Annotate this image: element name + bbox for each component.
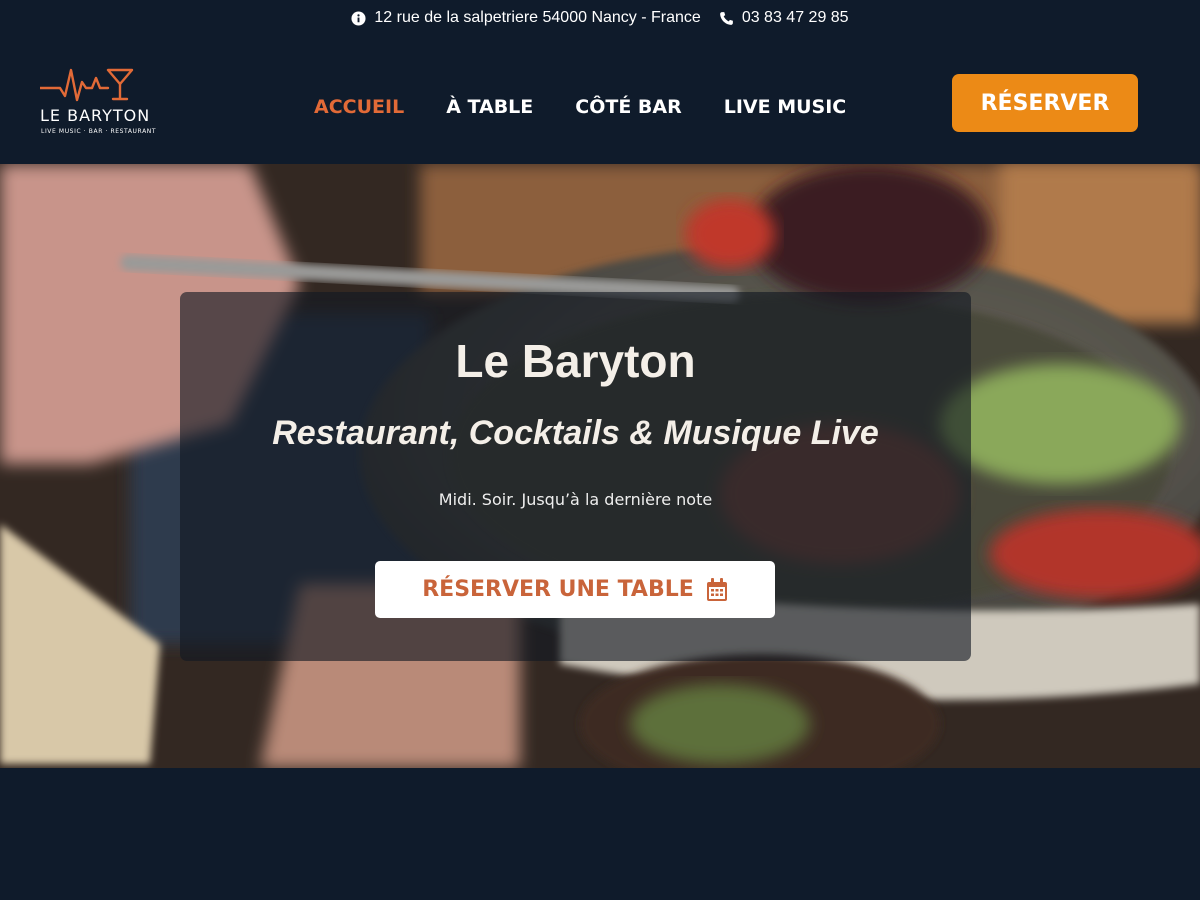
hero-section: Le Baryton Restaurant, Cocktails & Musiq… (0, 164, 1200, 768)
nav-item-a-table[interactable]: À TABLE (446, 96, 533, 118)
address-text: 12 rue de la salpetriere 54000 Nancy - F… (374, 9, 701, 26)
nav-item-live-music[interactable]: LIVE MUSIC (724, 96, 847, 118)
info-icon (351, 10, 366, 26)
nav-item-accueil[interactable]: ACCUEIL (314, 96, 404, 118)
phone-info[interactable]: 03 83 47 29 85 (719, 9, 849, 27)
nav-item-cote-bar[interactable]: CÔTÉ BAR (575, 96, 681, 118)
phone-text[interactable]: 03 83 47 29 85 (742, 9, 849, 27)
logo-name: LE BARYTON (40, 106, 151, 125)
reserve-button[interactable]: RÉSERVER (952, 74, 1138, 132)
top-info-bar: 12 rue de la salpetriere 54000 Nancy - F… (0, 0, 1200, 36)
calendar-icon (706, 577, 728, 602)
logo-heartbeat-glass-icon (40, 68, 134, 102)
hero-overlay-card: Le Baryton Restaurant, Cocktails & Musiq… (180, 292, 971, 661)
site-header: LE BARYTON LIVE MUSIC · BAR · RESTAURANT… (0, 36, 1200, 164)
hero-title: Le Baryton (455, 335, 696, 387)
address-info: 12 rue de la salpetriere 54000 Nancy - F… (351, 9, 701, 27)
reserve-table-button[interactable]: RÉSERVER UNE TABLE (375, 561, 775, 618)
hero-subtitle: Restaurant, Cocktails & Musique Live (272, 414, 879, 452)
site-logo[interactable]: LE BARYTON LIVE MUSIC · BAR · RESTAURANT (40, 66, 160, 146)
page-bottom-band (0, 768, 1200, 900)
main-nav: ACCUEIL À TABLE CÔTÉ BAR LIVE MUSIC (314, 94, 846, 120)
hero-tagline: Midi. Soir. Jusqu’à la dernière note (438, 490, 713, 509)
phone-icon (719, 11, 734, 26)
reserve-table-label: RÉSERVER UNE TABLE (422, 577, 694, 602)
logo-tagline: LIVE MUSIC · BAR · RESTAURANT (41, 128, 157, 135)
